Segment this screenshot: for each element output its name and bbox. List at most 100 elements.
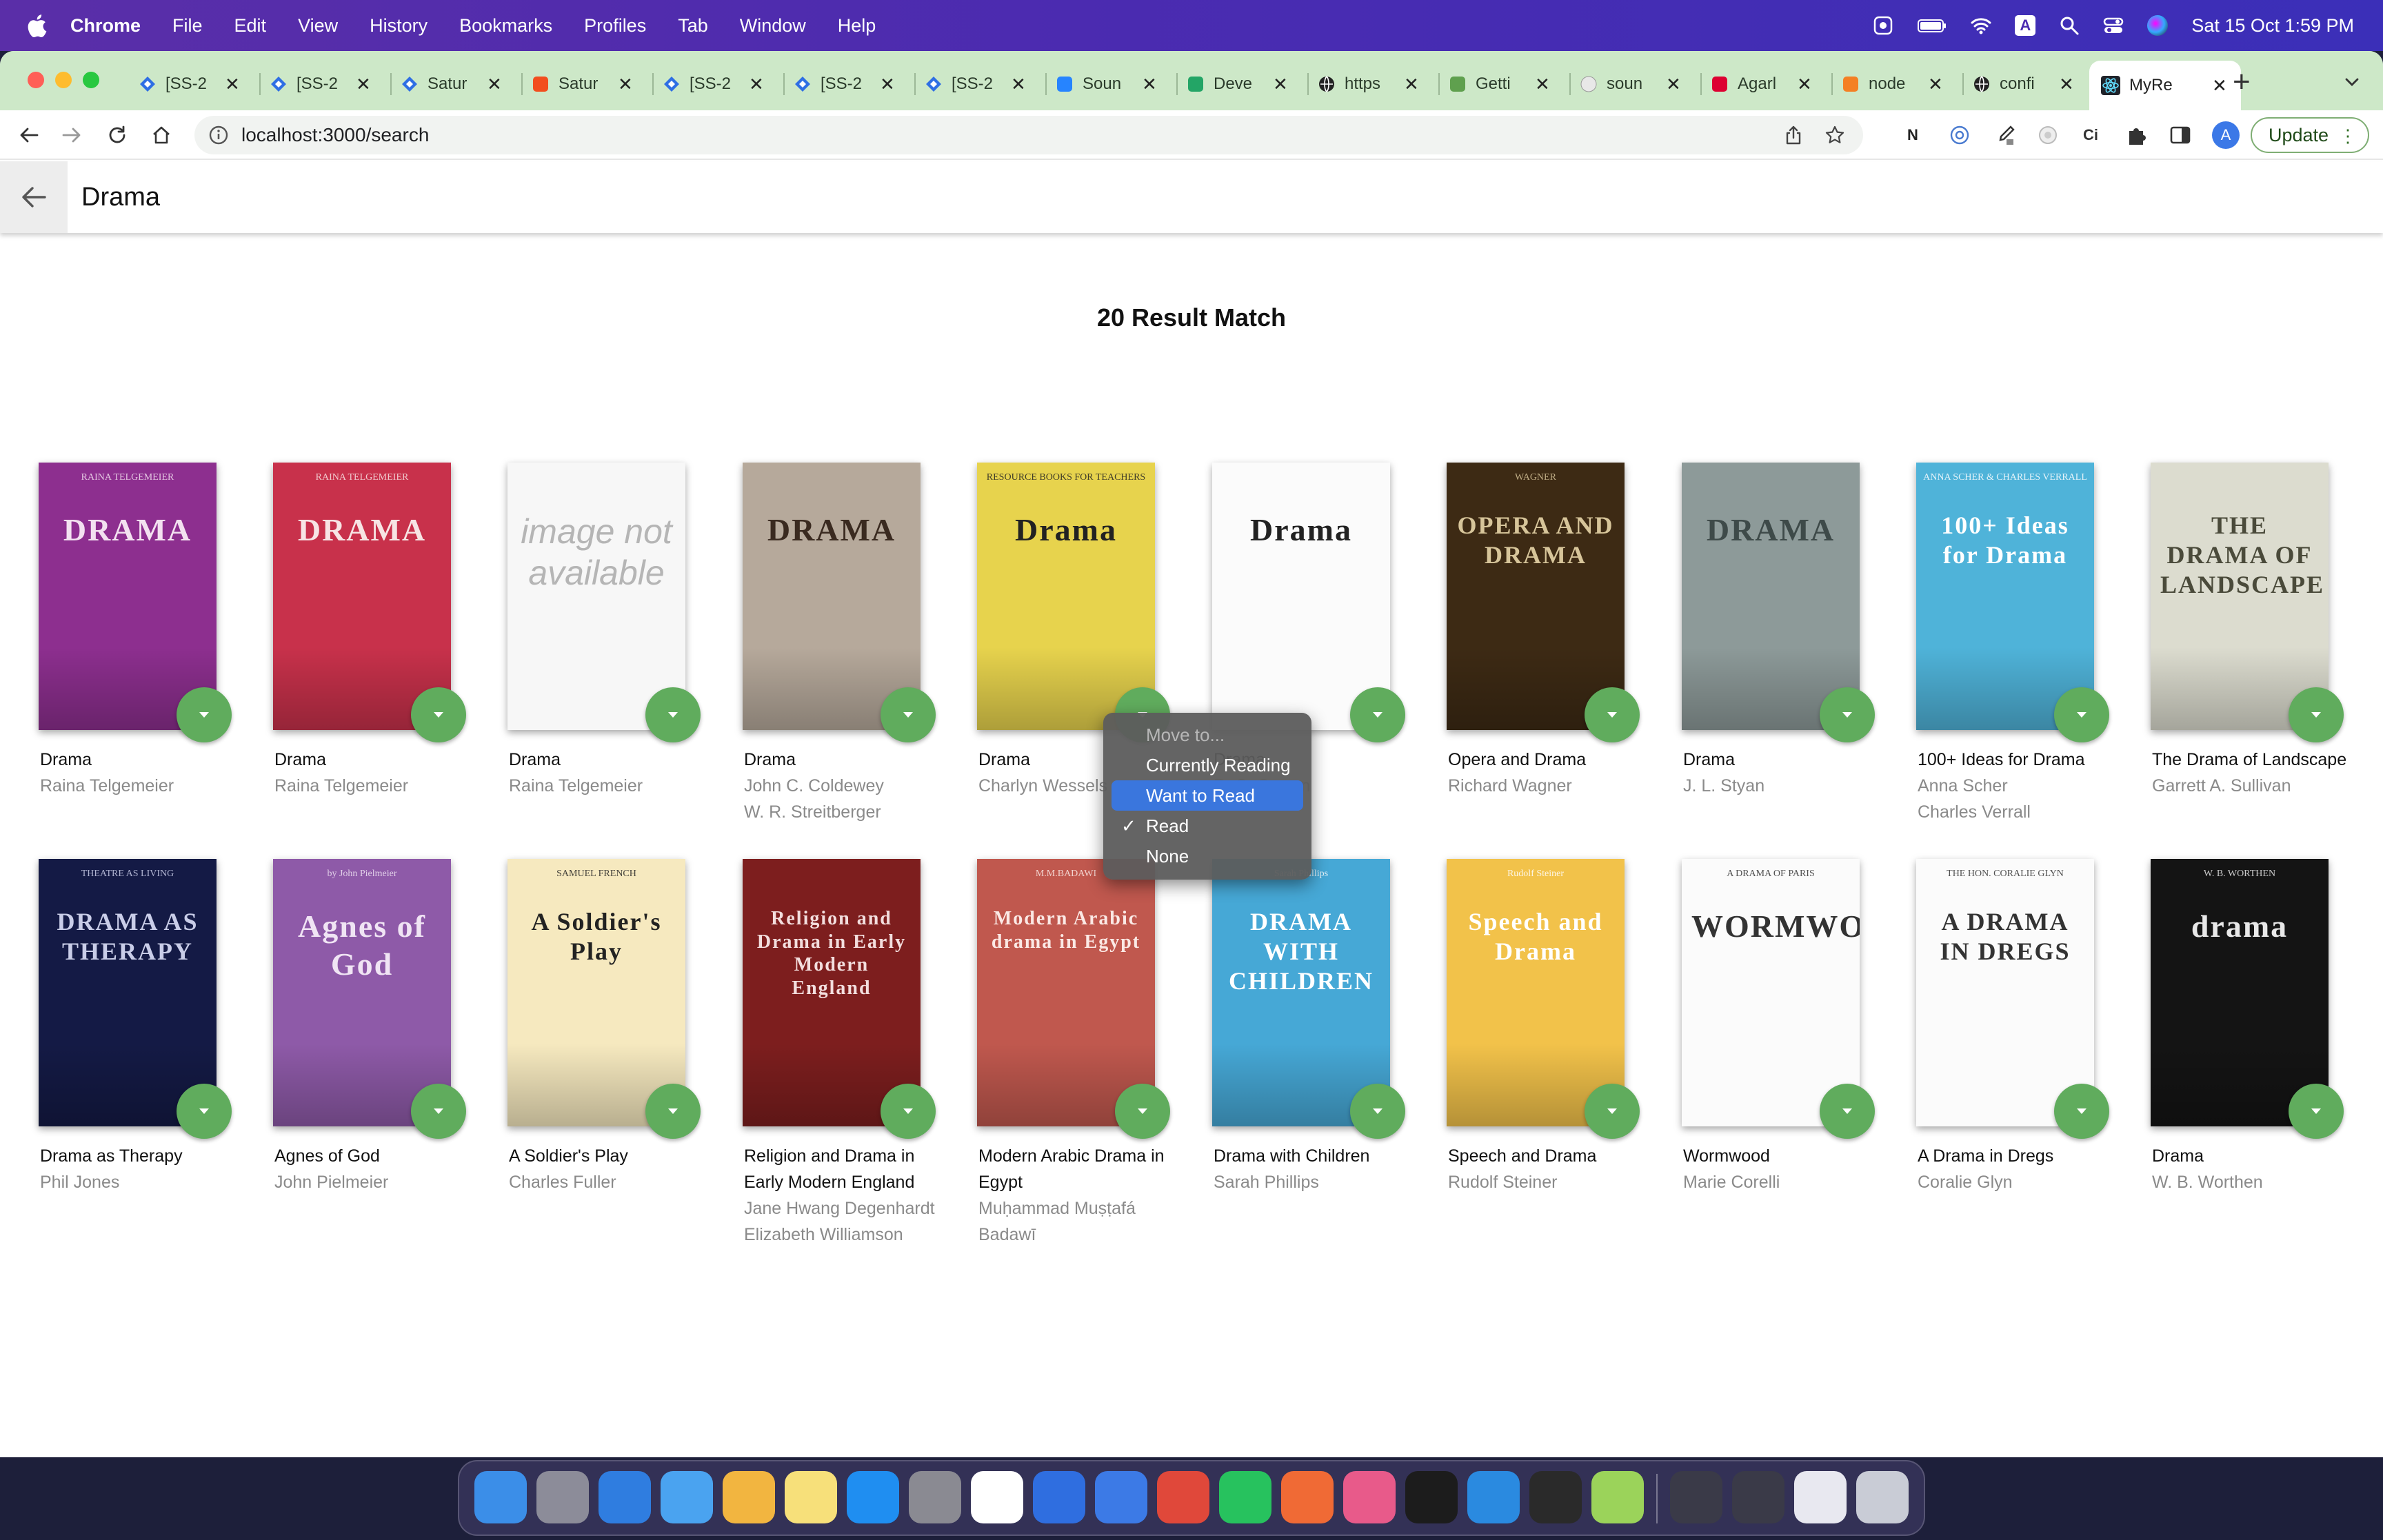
book-cover[interactable]: THE DRAMA OF LANDSCAPE [2151,463,2329,730]
tab-6[interactable]: [SS-2 ✕ [793,63,895,105]
dock-terminal-icon[interactable] [1529,1471,1582,1523]
dock-app-store-icon[interactable] [847,1471,899,1523]
tab-close-icon[interactable]: ✕ [356,74,371,95]
shelf-changer-button[interactable] [2289,1084,2344,1139]
tab-5[interactable]: [SS-2 ✕ [662,63,764,105]
tab-close-icon[interactable]: ✕ [2059,74,2074,95]
menu-history[interactable]: History [370,15,428,37]
book-cover[interactable]: THEATRE AS LIVING DRAMA AS THERAPY [39,859,217,1126]
dock-simulator-icon[interactable] [1095,1471,1147,1523]
bookmark-star-icon[interactable] [1824,125,1845,145]
site-info-icon[interactable] [208,125,229,145]
extensions-puzzle-icon[interactable] [2124,123,2149,148]
dock-slack-icon[interactable] [971,1471,1023,1523]
menu-window[interactable]: Window [740,15,806,37]
tab-close-icon[interactable]: ✕ [1404,74,1419,95]
book-cover[interactable]: THE HON. CORALIE GLYN A DRAMA IN DREGS [1916,859,2094,1126]
dock-screenshot-1-icon[interactable] [1670,1471,1722,1523]
control-center-icon[interactable] [2103,15,2124,36]
tab-close-icon[interactable]: ✕ [1011,74,1026,95]
book-cover[interactable]: RESOURCE BOOKS FOR TEACHERS Drama [977,463,1155,730]
tab-close-icon[interactable]: ✕ [2212,75,2227,97]
tab-2[interactable]: [SS-2 ✕ [269,63,371,105]
share-icon[interactable] [1783,125,1804,145]
minimize-window-button[interactable] [55,72,72,88]
close-window-button[interactable] [28,72,44,88]
shelf-changer-button[interactable] [1820,1084,1875,1139]
book-cover[interactable]: ANNA SCHER & CHARLES VERRALL 100+ Ideas f… [1916,463,2094,730]
openai-extension-icon[interactable] [1947,123,1972,148]
shelf-changer-button[interactable] [1820,687,1875,742]
dock-iterm-icon[interactable] [1405,1471,1458,1523]
dock-screenshot-2-icon[interactable] [1732,1471,1784,1523]
new-tab-button[interactable]: + [2233,65,2251,99]
tab-8[interactable]: Soun ✕ [1055,63,1157,105]
tab-close-icon[interactable]: ✕ [1928,74,1943,95]
dock-system-settings-icon[interactable] [909,1471,961,1523]
close-search-button[interactable] [0,161,68,233]
spotlight-search-icon[interactable] [2059,15,2080,36]
tab-4[interactable]: Satur ✕ [531,63,633,105]
eyedropper-extension-icon[interactable] [1993,123,2018,148]
menu-app-name[interactable]: Chrome [70,15,141,37]
tab-15[interactable]: confi ✕ [1972,63,2074,105]
book-cover[interactable]: Rudolf Steiner Speech and Drama [1447,859,1625,1126]
shelf-changer-button[interactable] [411,1084,466,1139]
battery-icon[interactable] [1917,15,1947,36]
book-cover[interactable]: RAINA TELGEMEIER DRAMA [273,463,451,730]
dock-chrome-icon[interactable] [1157,1471,1209,1523]
menu-tab[interactable]: Tab [678,15,708,37]
tab-close-icon[interactable]: ✕ [1797,74,1812,95]
shelf-changer-button[interactable] [881,1084,936,1139]
tab-3[interactable]: Satur ✕ [400,63,502,105]
tab-1[interactable]: [SS-2 ✕ [138,63,240,105]
profile-avatar[interactable]: A [2212,121,2240,149]
book-cover[interactable]: image not available [507,463,685,730]
back-nav-button[interactable] [15,121,43,149]
tab-close-icon[interactable]: ✕ [1273,74,1288,95]
shelf-changer-button[interactable] [411,687,466,742]
update-chrome-button[interactable]: Update ⋮ [2251,117,2369,153]
wifi-icon[interactable] [1971,15,1991,36]
book-cover[interactable]: Drama [1212,463,1390,730]
dock-launchpad-icon[interactable] [536,1471,589,1523]
menu-option-read[interactable]: ✓ Read [1112,811,1303,841]
book-cover[interactable]: M.M.BADAWI Modern Arabic drama in Egypt [977,859,1155,1126]
tab-active[interactable]: MyRe ✕ [2089,61,2241,110]
address-url[interactable]: localhost:3000/search [241,124,429,146]
book-cover[interactable]: DRAMA [743,463,921,730]
shelf-changer-button[interactable] [881,687,936,742]
tab-search-chevron-icon[interactable] [2342,72,2362,92]
tab-10[interactable]: https ✕ [1317,63,1419,105]
menu-file[interactable]: File [172,15,203,37]
book-cover[interactable]: WAGNER OPERA AND DRAMA [1447,463,1625,730]
camera-extension-icon[interactable] [2035,123,2060,148]
tab-close-icon[interactable]: ✕ [618,74,633,95]
shelf-changer-button[interactable] [2054,1084,2109,1139]
input-source-icon[interactable]: A [2015,15,2036,36]
book-cover[interactable]: W. B. WORTHEN drama [2151,859,2329,1126]
book-cover[interactable]: SAMUEL FRENCH A Soldier's Play [507,859,685,1126]
menu-help[interactable]: Help [838,15,876,37]
tab-close-icon[interactable]: ✕ [487,74,502,95]
apple-logo-icon[interactable] [26,14,47,37]
tab-9[interactable]: Deve ✕ [1186,63,1288,105]
dock-vs-code-icon[interactable] [1467,1471,1520,1523]
dock-postman-icon[interactable] [1281,1471,1334,1523]
zoom-window-button[interactable] [83,72,99,88]
dock-mail-icon[interactable] [661,1471,713,1523]
menu-option-currently-reading[interactable]: Currently Reading [1112,750,1303,780]
tab-close-icon[interactable]: ✕ [1142,74,1157,95]
menu-profiles[interactable]: Profiles [584,15,646,37]
home-button[interactable] [148,121,175,149]
shelf-changer-button[interactable] [1350,1084,1405,1139]
tab-12[interactable]: soun ✕ [1579,63,1681,105]
book-cover[interactable]: A DRAMA OF PARIS WORMWOOD [1682,859,1860,1126]
dock-trash-icon[interactable] [1856,1471,1909,1523]
search-input[interactable] [81,174,2288,221]
dock-whatsapp-icon[interactable] [1219,1471,1271,1523]
reload-button[interactable] [103,121,131,149]
app-status-icon[interactable] [1873,15,1893,36]
shelf-changer-button[interactable] [2054,687,2109,742]
tab-close-icon[interactable]: ✕ [1535,74,1550,95]
